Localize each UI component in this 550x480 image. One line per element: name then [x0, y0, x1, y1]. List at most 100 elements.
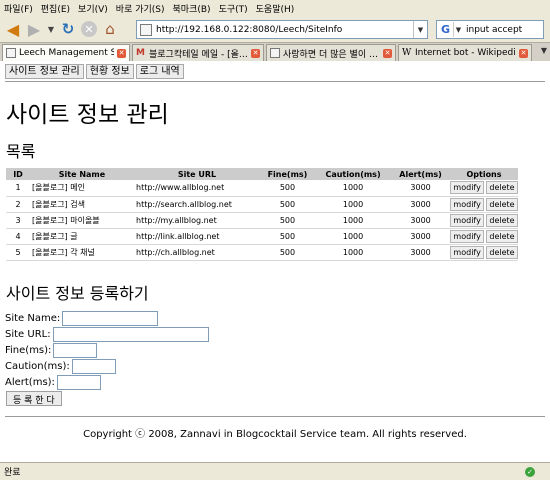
cell-options: modify delete: [450, 196, 518, 213]
history-dropdown-icon[interactable]: ▼: [46, 20, 56, 38]
table-row: 5 [올블로그] 각 채널 http://ch.allblog.net 500 …: [6, 244, 518, 261]
register-submit-button[interactable]: 등 록 한 다: [6, 391, 62, 406]
site-url-row: Site URL:: [5, 327, 209, 342]
caution-input[interactable]: [71, 359, 116, 374]
fine-label: Fine(ms):: [5, 345, 52, 356]
alert-input[interactable]: [56, 375, 101, 390]
search-input[interactable]: input accept: [463, 25, 522, 35]
cell-site-url: http://link.allblog.net: [134, 228, 260, 245]
status-text: 완료: [4, 468, 21, 478]
search-box[interactable]: G ▼ input accept: [436, 20, 544, 39]
modify-button[interactable]: modify: [450, 213, 484, 227]
cell-id: 3: [6, 212, 30, 229]
cell-options: modify delete: [450, 212, 518, 229]
cell-site-name: [올블로그] 메인: [30, 180, 134, 197]
tab-wikipedia[interactable]: W Internet bot - Wikipedia, … ✕: [398, 44, 532, 61]
forward-arrow-icon[interactable]: ▶: [25, 20, 43, 39]
cell-alert: 3000: [391, 180, 450, 197]
menu-tools[interactable]: 도구(T): [219, 2, 248, 15]
site-info-nav-button[interactable]: 사이트 정보 관리: [5, 64, 84, 79]
delete-button[interactable]: delete: [486, 213, 518, 227]
tab-list-dropdown-icon[interactable]: ▼: [541, 46, 547, 55]
modify-button[interactable]: modify: [450, 181, 484, 195]
modify-button[interactable]: modify: [450, 197, 484, 211]
header-id: ID: [6, 168, 30, 180]
modify-button[interactable]: modify: [450, 229, 484, 243]
page-favicon-icon: [270, 48, 280, 58]
close-tab-icon[interactable]: ✕: [383, 48, 392, 58]
tab-label: 블로그칵테일 메일 - [올…: [149, 49, 248, 60]
tab-blogcocktail-mail[interactable]: M 블로그칵테일 메일 - [올… ✕: [132, 44, 264, 61]
header-site-name: Site Name: [30, 168, 134, 180]
tab-leech-management[interactable]: Leech Management Sys… ✕: [2, 44, 130, 61]
fine-input[interactable]: [53, 343, 98, 358]
address-bar[interactable]: http://192.168.0.122:8080/Leech/SiteInfo…: [136, 20, 428, 39]
modify-button[interactable]: modify: [450, 245, 484, 259]
cell-alert: 3000: [391, 244, 450, 261]
close-tab-icon[interactable]: ✕: [519, 48, 528, 58]
delete-button[interactable]: delete: [486, 181, 518, 195]
alert-row: Alert(ms):: [5, 375, 101, 390]
cell-id: 4: [6, 228, 30, 245]
site-name-label: Site Name:: [5, 313, 61, 324]
menu-file[interactable]: 파일(F): [4, 2, 33, 15]
delete-button[interactable]: delete: [486, 245, 518, 259]
delete-button[interactable]: delete: [486, 229, 518, 243]
header-site-url: Site URL: [134, 168, 260, 180]
search-engine-dropdown-icon[interactable]: ▼: [454, 26, 463, 34]
cell-id: 2: [6, 196, 30, 213]
header-alert: Alert(ms): [391, 168, 450, 180]
reload-icon[interactable]: ↻: [59, 20, 77, 38]
menu-help[interactable]: 도움말(H): [256, 2, 295, 15]
menu-view[interactable]: 보기(V): [78, 2, 108, 15]
back-arrow-icon[interactable]: ◀: [4, 20, 22, 39]
site-name-input[interactable]: [62, 311, 159, 326]
cell-options: modify delete: [450, 244, 518, 261]
table-row: 4 [올블로그] 글 http://link.allblog.net 500 1…: [6, 228, 518, 245]
search-engine-icon[interactable]: G: [438, 22, 454, 37]
stop-icon: ✕: [81, 21, 97, 37]
header-caution: Caution(ms): [314, 168, 392, 180]
address-url[interactable]: http://192.168.0.122:8080/Leech/SiteInfo: [156, 25, 413, 35]
header-options: Options: [450, 168, 518, 180]
delete-button[interactable]: delete: [486, 197, 518, 211]
menu-go[interactable]: 바로 가기(S): [116, 2, 165, 15]
stop-button[interactable]: ✕: [80, 20, 98, 38]
caution-row: Caution(ms):: [5, 359, 116, 374]
site-url-input[interactable]: [52, 327, 209, 342]
cell-caution: 1000: [314, 196, 392, 213]
page-nav: 사이트 정보 관리 현황 정보 로그 내역: [5, 64, 186, 79]
top-divider: [5, 81, 545, 82]
home-icon[interactable]: ⌂: [101, 20, 119, 38]
cell-caution: 1000: [314, 180, 392, 197]
close-tab-icon[interactable]: ✕: [117, 48, 126, 58]
gmail-icon: M: [136, 48, 145, 58]
header-fine: Fine(ms): [260, 168, 315, 180]
menu-edit[interactable]: 편집(E): [41, 2, 70, 15]
cell-alert: 3000: [391, 196, 450, 213]
caution-label: Caution(ms):: [5, 361, 70, 372]
menu-bookmarks[interactable]: 북마크(B): [173, 2, 211, 15]
table-row: 2 [올블로그] 검색 http://search.allblog.net 50…: [6, 196, 518, 213]
cell-id: 1: [6, 180, 30, 197]
cell-fine: 500: [260, 180, 315, 197]
alert-label: Alert(ms):: [5, 377, 55, 388]
close-tab-icon[interactable]: ✕: [251, 48, 260, 58]
site-url-label: Site URL:: [5, 329, 51, 340]
cell-fine: 500: [260, 244, 315, 261]
status-nav-button[interactable]: 현황 정보: [85, 64, 134, 79]
cell-site-name: [올블로그] 글: [30, 228, 134, 245]
cell-fine: 500: [260, 228, 315, 245]
cell-site-url: http://www.allblog.net: [134, 180, 260, 197]
cell-id: 5: [6, 244, 30, 261]
cell-alert: 3000: [391, 228, 450, 245]
cell-site-name: [올블로그] 마이올블: [30, 212, 134, 229]
cell-alert: 3000: [391, 212, 450, 229]
cell-options: modify delete: [450, 228, 518, 245]
tab-blog-post[interactable]: 사랑하면 더 많은 별이 … ✕: [266, 44, 396, 61]
footer-copyright: Copyright ⓒ 2008, Zannavi in Blogcocktai…: [83, 429, 467, 440]
address-dropdown-icon[interactable]: ▼: [413, 21, 427, 38]
tab-bar: Leech Management Sys… ✕ M 블로그칵테일 메일 - [올…: [0, 42, 550, 61]
log-nav-button[interactable]: 로그 내역: [135, 64, 184, 79]
cell-site-name: [올블로그] 검색: [30, 196, 134, 213]
